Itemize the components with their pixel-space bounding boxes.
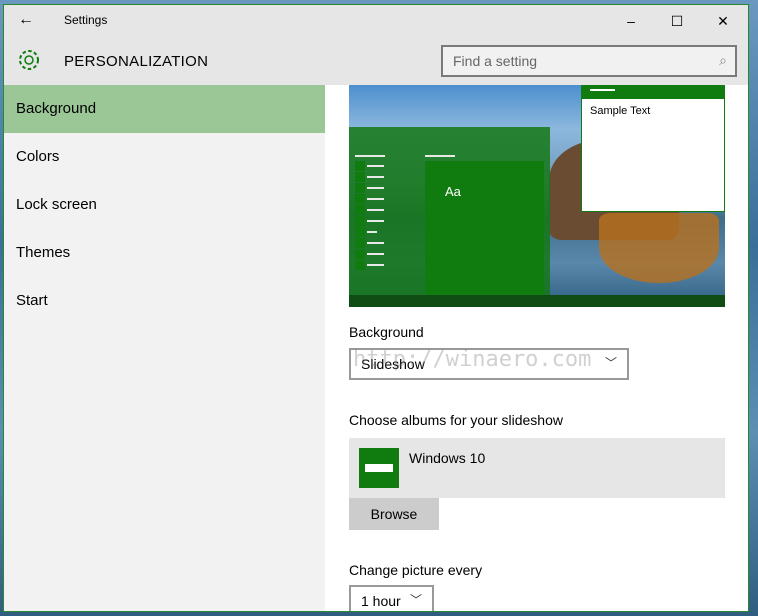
sidebar-item-background[interactable]: Background xyxy=(4,85,325,133)
gear-icon xyxy=(19,50,39,70)
settings-window: ← Settings – ☐ ✕ PERSONALIZATION Find a … xyxy=(3,4,749,612)
preview-tiles: Aa xyxy=(425,161,544,295)
sidebar: Background Colors Lock screen Themes Sta… xyxy=(4,85,325,611)
chevron-down-icon: ﹀ xyxy=(604,356,617,370)
back-button[interactable]: ← xyxy=(18,11,34,29)
interval-dropdown[interactable]: 1 hour ﹀ xyxy=(349,585,434,611)
preview-app-window: Sample Text xyxy=(581,85,725,212)
interval-label: Change picture every xyxy=(349,562,483,578)
sidebar-item-lock-screen[interactable]: Lock screen xyxy=(4,181,325,229)
background-value: Slideshow xyxy=(361,356,425,372)
search-icon[interactable]: ⌕ xyxy=(719,52,727,69)
title-bar: ← Settings – ☐ ✕ PERSONALIZATION Find a … xyxy=(4,5,748,85)
preview-taskbar xyxy=(349,295,725,307)
window-title: Settings xyxy=(64,13,108,27)
background-dropdown[interactable]: Slideshow ﹀ xyxy=(349,348,629,380)
albums-label: Choose albums for your slideshow xyxy=(349,412,563,428)
browse-button[interactable]: Browse xyxy=(349,498,439,530)
background-preview: Aa Sample Text xyxy=(349,85,725,307)
close-button[interactable]: ✕ xyxy=(700,9,746,33)
preview-reflection xyxy=(599,213,719,283)
chevron-down-icon: ﹀ xyxy=(409,593,422,607)
page-title: PERSONALIZATION xyxy=(64,53,209,70)
album-item[interactable]: Windows 10 xyxy=(349,438,725,498)
minimize-button[interactable]: – xyxy=(608,9,654,33)
main-content: Aa Sample Text Background Slideshow ﹀ ht… xyxy=(325,85,748,611)
sidebar-item-start[interactable]: Start xyxy=(4,277,325,325)
sample-text: Sample Text xyxy=(590,105,651,117)
album-name: Windows 10 xyxy=(409,450,486,466)
background-label: Background xyxy=(349,324,424,340)
search-input[interactable]: Find a setting ⌕ xyxy=(441,45,737,77)
sidebar-item-themes[interactable]: Themes xyxy=(4,229,325,277)
sidebar-item-colors[interactable]: Colors xyxy=(4,133,325,181)
tile-text: Aa xyxy=(445,184,461,199)
drive-icon xyxy=(359,448,399,488)
search-placeholder: Find a setting xyxy=(453,53,538,69)
maximize-button[interactable]: ☐ xyxy=(654,9,700,33)
interval-value: 1 hour xyxy=(361,593,401,609)
